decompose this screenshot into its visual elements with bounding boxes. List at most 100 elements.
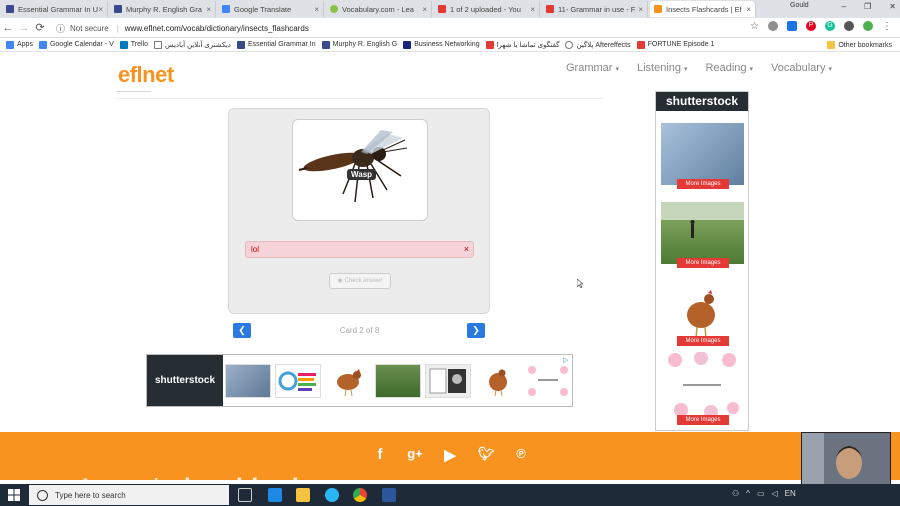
site-nav: Grammar ▾ Listening ▾ Reading ▾ Vocabulary ▾ xyxy=(566,62,832,74)
menu-icon[interactable]: ⋮ xyxy=(882,21,892,32)
more-images-button[interactable]: More Images xyxy=(677,415,729,425)
ad-thumbnail-solar[interactable] xyxy=(225,364,271,398)
ad-thumbnail-hen[interactable] xyxy=(325,364,371,398)
grammarly-icon[interactable]: G xyxy=(825,21,835,31)
sidebar-image-solar[interactable] xyxy=(661,123,744,185)
divider xyxy=(116,98,603,99)
bookmark-abadis[interactable]: دیکشنری آنلاین آبادیس xyxy=(154,40,231,49)
nav-reading[interactable]: Reading ▾ xyxy=(706,62,754,74)
file-explorer-icon[interactable] xyxy=(296,488,310,502)
window-close-icon[interactable]: ✕ xyxy=(889,2,896,11)
language-icon[interactable]: EN xyxy=(785,489,796,498)
facebook-icon[interactable]: f xyxy=(370,446,390,464)
check-answer-button[interactable]: ◉ Check answer xyxy=(329,273,391,289)
close-icon[interactable]: × xyxy=(746,5,751,14)
more-images-button[interactable]: More Images xyxy=(677,258,729,268)
profile-name[interactable]: Gould xyxy=(790,2,809,9)
tab-grammar-in-use[interactable]: 11- Grammar in use - F × xyxy=(542,1,648,17)
tab-essential-grammar[interactable]: Essential Grammar In U × xyxy=(2,1,108,17)
close-icon[interactable]: × xyxy=(638,5,643,14)
minimize-icon[interactable]: – xyxy=(842,2,846,11)
close-icon[interactable]: × xyxy=(422,5,427,14)
bookmark-business-networking[interactable]: Business Networking xyxy=(403,40,480,49)
edge-icon[interactable] xyxy=(268,488,282,502)
close-icon[interactable]: × xyxy=(206,5,211,14)
ad-thumbnail-infographic[interactable] xyxy=(275,364,321,398)
bookmark-tamasha[interactable]: گفتگوی تماشا با شهرا xyxy=(485,40,559,49)
translate-extension-icon[interactable] xyxy=(787,21,797,31)
ad-thumbnail-brochure[interactable] xyxy=(425,364,471,398)
star-icon[interactable]: ☆ xyxy=(750,21,759,32)
more-images-button[interactable]: More Images xyxy=(677,179,729,189)
trello-icon xyxy=(119,40,128,49)
bookmark-essential-grammar[interactable]: Essential Grammar In xyxy=(236,40,316,49)
pinterest-extension-icon[interactable]: P xyxy=(806,21,816,31)
answer-value[interactable]: lol xyxy=(251,245,259,254)
sidebar-image-floral-card[interactable] xyxy=(661,351,744,419)
youtube-icon[interactable]: ▶ xyxy=(440,446,460,464)
windows-start-icon[interactable] xyxy=(8,489,20,501)
taskbar-search-box[interactable]: Type here to search xyxy=(29,485,229,505)
bookmark-apps[interactable]: Apps xyxy=(6,40,33,49)
bookmark-fortune[interactable]: FORTUNE Episode 1 xyxy=(636,40,714,49)
sidebar-image-hen[interactable] xyxy=(661,281,744,343)
ad-thumbnail-floral-card[interactable] xyxy=(525,364,571,398)
more-images-button[interactable]: More Images xyxy=(677,336,729,346)
people-icon[interactable]: ⚇ xyxy=(732,489,739,498)
google-plus-icon[interactable]: g+ xyxy=(405,446,425,464)
volume-icon[interactable]: ◁ xyxy=(772,489,778,498)
youtube-icon xyxy=(438,5,446,13)
tab-google-translate[interactable]: Google Translate × xyxy=(218,1,324,17)
network-icon[interactable]: ▭ xyxy=(757,489,765,498)
task-view-icon[interactable] xyxy=(238,488,252,502)
ad-thumbnail-cricket[interactable] xyxy=(375,364,421,398)
nav-vocabulary[interactable]: Vocabulary ▾ xyxy=(771,62,832,74)
bookmark-trello[interactable]: Trello xyxy=(119,40,148,49)
flashcard-pager: ❮ Card 2 of 8 ❯ xyxy=(233,323,486,339)
close-icon[interactable]: × xyxy=(530,5,535,14)
bookmark-murphy[interactable]: Murphy R. English G xyxy=(321,40,397,49)
address-bar: ← → ⟳ ⓘ Not secure | www.eflnet.com/voca… xyxy=(0,18,900,38)
word-icon[interactable] xyxy=(382,488,396,502)
nav-grammar[interactable]: Grammar ▾ xyxy=(566,62,619,74)
restore-icon[interactable]: ❐ xyxy=(864,2,871,11)
shutterstock-banner-ad[interactable]: shutterstock ▷ xyxy=(146,354,573,407)
site-logo[interactable]: eflnet xyxy=(118,62,174,88)
twitter-icon[interactable]: 🐦︎ xyxy=(476,446,496,464)
clear-icon[interactable]: × xyxy=(464,242,469,257)
close-icon[interactable]: × xyxy=(98,5,103,14)
info-icon[interactable]: ⓘ xyxy=(56,22,65,35)
forward-button[interactable]: → xyxy=(16,22,32,34)
tab-insects-flashcards[interactable]: Insects Flashcards | Ef × xyxy=(650,1,756,17)
caret-down-icon: ▾ xyxy=(684,66,688,73)
app-icon[interactable] xyxy=(325,488,339,502)
sidebar-image-cricket[interactable] xyxy=(661,202,744,264)
other-bookmarks[interactable]: Other bookmarks xyxy=(827,41,892,49)
url-text[interactable]: www.eflnet.com/vocab/dictionary/insects_… xyxy=(125,24,309,33)
tab-youtube-upload[interactable]: 1 of 2 uploaded - You × xyxy=(434,1,540,17)
url-field[interactable]: ⓘ Not secure | www.eflnet.com/vocab/dict… xyxy=(56,20,766,36)
close-icon[interactable]: × xyxy=(314,5,319,14)
shield-icon[interactable] xyxy=(863,21,873,31)
answer-input[interactable]: lol × xyxy=(245,241,474,258)
cortana-icon xyxy=(37,489,48,501)
pinterest-icon[interactable]: ℗ xyxy=(511,446,531,464)
ad-choices-icon[interactable]: ▷ xyxy=(563,356,571,364)
bni-icon xyxy=(403,40,412,49)
chrome-icon[interactable] xyxy=(353,488,367,502)
tab-vocabulary[interactable]: Vocabulary.com - Lea × xyxy=(326,1,432,17)
bookmark-google-calendar[interactable]: Google Calendar - V xyxy=(38,40,114,49)
reload-button[interactable]: ⟳ xyxy=(32,21,48,34)
bookmark-aftereffects[interactable]: پلاگین Aftereffects xyxy=(565,40,631,49)
microphone-icon[interactable] xyxy=(844,21,854,31)
back-button[interactable]: ← xyxy=(0,22,16,34)
next-card-button[interactable]: ❯ xyxy=(467,323,485,338)
ad-thumbnail-hen-2[interactable] xyxy=(475,364,521,398)
extension-icon[interactable] xyxy=(768,21,778,31)
tab-murphy[interactable]: Murphy R. English Gra × xyxy=(110,1,216,17)
nav-listening[interactable]: Listening ▾ xyxy=(637,62,688,74)
chevron-up-icon[interactable]: ^ xyxy=(746,489,750,498)
flashcard-image[interactable]: Wasp xyxy=(292,119,428,221)
card-counter: Card 2 of 8 xyxy=(339,326,380,335)
sidebar-ad[interactable]: shutterstock More Images More Images Mor… xyxy=(655,91,749,431)
